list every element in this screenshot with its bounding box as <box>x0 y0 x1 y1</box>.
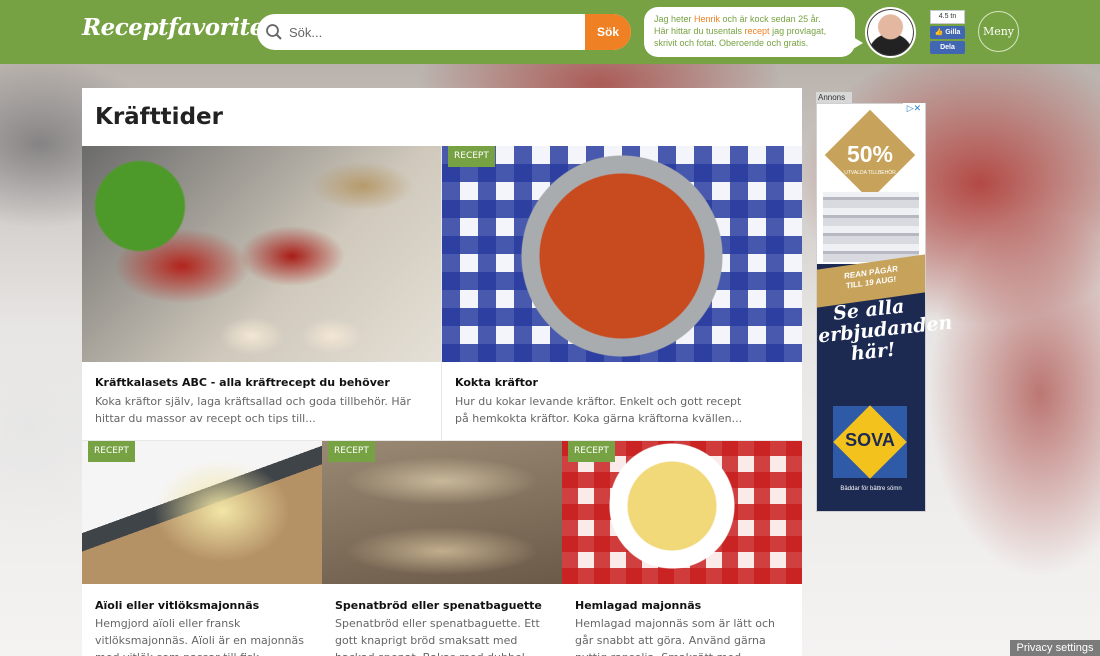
recipe-image[interactable] <box>82 441 322 584</box>
author-bubble: Jag heter Henrik och är kock sedan 25 år… <box>644 7 863 57</box>
bubble-text: jag provlagat, <box>769 26 827 36</box>
recipe-badge: RECEPT <box>328 441 375 462</box>
ad-close-icon[interactable]: ▷✕ <box>903 103 925 114</box>
author-avatar[interactable] <box>865 7 916 58</box>
recipe-image[interactable] <box>442 146 802 362</box>
recipe-card[interactable]: RECEPT Hemlagad majonnäs Hemlagad majonn… <box>562 441 802 656</box>
privacy-settings-button[interactable]: Privacy settings <box>1010 640 1100 656</box>
search-input[interactable] <box>289 14 585 50</box>
recipe-title[interactable]: Spenatbröd eller spenatbaguette <box>335 599 542 612</box>
recipe-description: Hemlagad majonnäs som är lätt och går sn… <box>575 617 776 656</box>
recipe-badge: RECEPT <box>448 146 495 167</box>
author-name-link[interactable]: Henrik <box>694 14 720 24</box>
recipe-description: Spenatbröd eller spenatbaguette. Ett got… <box>335 617 540 656</box>
site-header: Receptfavoriten.se Sök Jag heter Henrik … <box>0 0 1100 64</box>
facebook-like-label: Gilla <box>945 29 961 36</box>
recipe-image[interactable] <box>322 441 562 584</box>
recipe-image[interactable] <box>82 146 442 362</box>
bubble-text: Jag heter <box>654 14 695 24</box>
ad-cta[interactable]: Se alla erbjudanden här! <box>815 295 953 369</box>
search-icon <box>266 24 282 40</box>
recipes-link[interactable]: recept <box>745 26 770 36</box>
recipe-description: Koka kräftor själv, laga kräftsallad och… <box>95 395 411 425</box>
ad-product-image <box>823 192 919 262</box>
facebook-widget: 4.5 tn 👍 Gilla Dela <box>930 10 965 54</box>
bubble-text: och är kock sedan 25 år. <box>720 14 821 24</box>
recipe-title[interactable]: Aïoli eller vitlöksmajonnäs <box>95 599 259 612</box>
ad-label: Annons <box>816 92 852 103</box>
recipe-card[interactable]: RECEPT Spenatbröd eller spenatbaguette S… <box>322 441 562 656</box>
recipe-title[interactable]: Kräftkalasets ABC - alla kräftrecept du … <box>95 376 390 389</box>
bubble-text: skrivit och fotat. Oberoende och gratis. <box>654 38 809 48</box>
recipe-badge: RECEPT <box>88 441 135 462</box>
ad-tagline: Bäddar för bättre sömn <box>840 486 902 492</box>
search-button[interactable]: Sök <box>585 14 631 50</box>
main-content: Kräfttider Kräftkalasets ABC - alla kräf… <box>82 88 802 656</box>
facebook-share-button[interactable]: Dela <box>930 41 965 54</box>
recipe-description: Hur du kokar levande kräftor. Enkelt och… <box>455 395 743 425</box>
search-bar: Sök <box>257 14 631 50</box>
bubble-text: Här hittar du tusentals <box>654 26 745 36</box>
recipe-title[interactable]: Kokta kräftor <box>455 376 538 389</box>
ad-discount-sub: UTVALDA TILLBEHÖR <box>844 170 896 176</box>
ad-discount: 50% <box>846 141 894 167</box>
page-title: Kräfttider <box>95 104 223 130</box>
recipe-image[interactable] <box>562 441 802 584</box>
recipe-card[interactable]: Kräftkalasets ABC - alla kräftrecept du … <box>82 146 442 440</box>
thumbs-up-icon: 👍 <box>934 29 944 36</box>
recipe-badge: RECEPT <box>568 441 615 462</box>
facebook-like-count: 4.5 tn <box>930 10 965 24</box>
facebook-like-button[interactable]: 👍 Gilla <box>930 26 965 39</box>
ad-brand-logo: SOVA <box>845 430 895 450</box>
recipe-card[interactable]: RECEPT Kokta kräftor Hur du kokar levand… <box>442 146 802 440</box>
recipe-description: Hemgjord aïoli eller fransk vitlöksmajon… <box>95 617 304 656</box>
recipe-card[interactable]: RECEPT Aïoli eller vitlöksmajonnäs Hemgj… <box>82 441 322 656</box>
recipe-title[interactable]: Hemlagad majonnäs <box>575 599 701 612</box>
menu-button[interactable]: Meny <box>978 11 1019 52</box>
